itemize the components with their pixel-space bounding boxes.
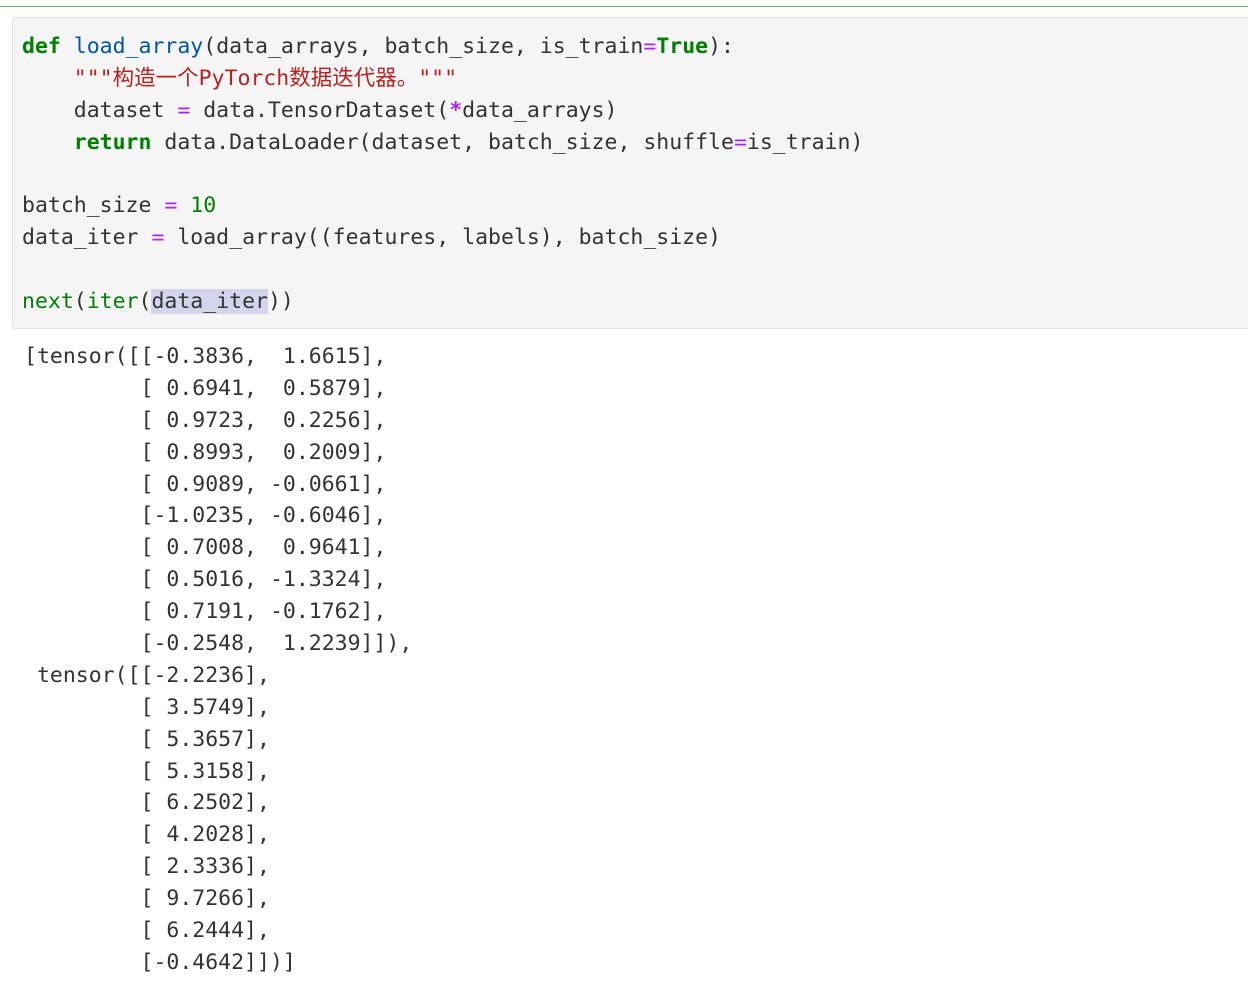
- code-line-9: next(iter(data_iter)): [22, 286, 863, 318]
- builtin-next: next: [22, 289, 74, 315]
- code-text: is_train): [746, 129, 864, 155]
- keyword-return: return: [73, 129, 152, 155]
- output-line: [ 4.2028],: [24, 822, 270, 848]
- code-line-4: return data.DataLoader(dataset, batch_si…: [22, 127, 864, 159]
- params-close: ):: [708, 34, 734, 59]
- code-editor[interactable]: def load_array(data_arrays, batch_size, …: [22, 31, 863, 318]
- code-text: batch_size: [22, 193, 165, 219]
- function-params: (data_arrays, batch_size, is_train: [203, 34, 644, 59]
- cell-output: [tensor([[-0.3836, 1.6615], [ 0.6941, 0.…: [24, 341, 412, 979]
- code-text: load_array((features, labels), batch_siz…: [164, 225, 722, 251]
- code-line-6: batch_size = 10: [22, 190, 863, 222]
- code-text: data_arrays): [462, 97, 618, 123]
- selected-text[interactable]: data_iter: [151, 289, 268, 315]
- operator-equals: =: [151, 225, 165, 251]
- function-name: load_array: [73, 34, 204, 59]
- docstring: """构造一个PyTorch数据迭代器。""": [73, 65, 458, 91]
- output-line: [ 0.8993, 0.2009],: [24, 439, 387, 465]
- output-line: [ 0.6941, 0.5879],: [24, 375, 387, 401]
- output-line: [ 0.7191, -0.1762],: [24, 599, 387, 625]
- paren: (: [138, 289, 152, 315]
- output-line: [ 6.2444],: [24, 918, 270, 944]
- output-line: [ 3.5749],: [24, 694, 270, 720]
- builtin-iter: iter: [86, 289, 139, 315]
- operator-equals: =: [643, 34, 657, 59]
- code-line-2: """构造一个PyTorch数据迭代器。""": [22, 63, 863, 95]
- output-line: [ 6.2502],: [24, 790, 270, 816]
- code-cell-input[interactable]: def load_array(data_arrays, batch_size, …: [12, 17, 1248, 329]
- code-line-8-blank: [22, 254, 863, 286]
- operator-equals: =: [733, 129, 747, 155]
- paren-close: )): [267, 289, 294, 315]
- code-text: data_iter: [22, 225, 152, 251]
- output-line: [-1.0235, -0.6046],: [24, 503, 387, 529]
- operator-equals: =: [164, 193, 178, 219]
- output-line: [-0.4642]])]: [24, 949, 296, 975]
- number-literal: 10: [190, 193, 217, 219]
- output-line: tensor([[-2.2236],: [24, 662, 270, 688]
- keyword-true: True: [656, 34, 709, 59]
- cell-top-divider: [0, 6, 1248, 7]
- output-line: [tensor([[-0.3836, 1.6615],: [24, 344, 387, 369]
- output-line: [ 5.3657],: [24, 726, 270, 752]
- output-line: [ 5.3158],: [24, 758, 270, 784]
- output-line: [ 9.7266],: [24, 886, 270, 912]
- code-line-5-blank: [22, 159, 863, 191]
- paren: (: [73, 289, 87, 315]
- output-line: [ 0.9089, -0.0661],: [24, 471, 387, 497]
- output-line: [-0.2548, 1.2239]]),: [24, 631, 413, 657]
- code-line-3: dataset = data.TensorDataset(*data_array…: [22, 95, 863, 127]
- output-line: [ 2.3336],: [24, 854, 270, 880]
- code-text: data.DataLoader(dataset, batch_size, shu…: [151, 129, 734, 155]
- output-line: [ 0.9723, 0.2256],: [24, 407, 387, 433]
- output-line: [ 0.5016, -1.3324],: [24, 567, 387, 593]
- code-line-7: data_iter = load_array((features, labels…: [22, 222, 863, 254]
- operator-equals: =: [177, 97, 191, 123]
- output-line: [ 0.7008, 0.9641],: [24, 535, 387, 561]
- code-text: dataset: [73, 97, 178, 123]
- keyword-def: def: [22, 34, 61, 59]
- code-text: data.TensorDataset(: [190, 97, 450, 123]
- operator-star: *: [449, 97, 463, 123]
- code-line-1: def load_array(data_arrays, batch_size, …: [22, 31, 863, 63]
